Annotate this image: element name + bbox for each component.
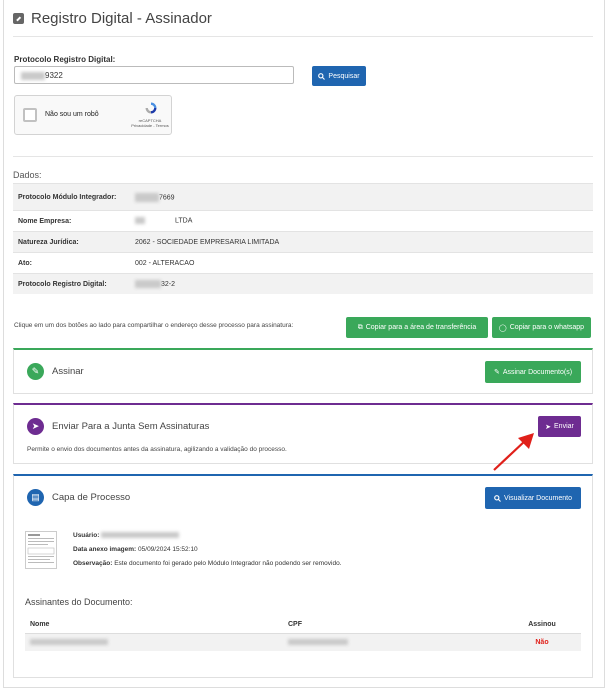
assinar-title: Assinar — [52, 366, 84, 377]
share-instructions: Clique em um dos botões ao lado para com… — [14, 322, 294, 329]
capa-observacao: Observação: Este documento foi gerado pe… — [73, 560, 342, 567]
copy-whatsapp-label: Copiar para o whatsapp — [509, 324, 585, 331]
row-key: Nome Empresa: — [13, 210, 130, 232]
table-row: Natureza Jurídica: 2062 - SOCIEDADE EMPR… — [13, 231, 593, 253]
redacted-value — [21, 71, 45, 80]
row-key: Protocolo Módulo Integrador: — [13, 183, 130, 211]
copy-clipboard-label: Copiar para a área de transferência — [365, 324, 477, 331]
document-thumbnail[interactable] — [25, 531, 57, 569]
signer-name — [25, 633, 283, 651]
divider — [13, 36, 593, 37]
table-row: Ato: 002 - ALTERACAO — [13, 252, 593, 274]
table-row: Não — [25, 633, 581, 651]
column-header: Nome — [25, 616, 283, 634]
assinar-panel: ✎ Assinar ✎ Assinar Documento(s) — [13, 348, 593, 394]
row-value-text: 32-2 — [161, 280, 176, 288]
table-row: Protocolo Registro Digital: 32-2 — [13, 273, 593, 294]
redacted-value — [135, 280, 161, 288]
usuario-label: Usuário: — [73, 532, 100, 539]
recaptcha-widget: Não sou um robô reCAPTCHA Privacidade - … — [14, 95, 172, 135]
edit-icon — [13, 13, 24, 24]
column-header: Assinou — [503, 616, 581, 634]
table-row: Nome Empresa: LTDA — [13, 210, 593, 232]
send-icon: ➤ — [545, 423, 552, 431]
search-icon — [318, 72, 326, 80]
signer-cpf — [283, 633, 503, 651]
redacted-value — [135, 217, 145, 225]
capa-title: Capa de Processo — [52, 492, 131, 503]
data-label: Data anexo imagem: — [73, 546, 137, 553]
protocol-label: Protocolo Registro Digital: — [14, 55, 116, 64]
document-icon: ▤ — [27, 489, 44, 506]
redacted-value — [30, 639, 108, 646]
row-value-text: LTDA — [175, 217, 193, 225]
copy-clipboard-button[interactable]: ⧉ Copiar para a área de transferência — [346, 317, 488, 338]
page-title: Registro Digital - Assinador — [31, 10, 212, 27]
column-header: CPF — [283, 616, 503, 634]
signed-status: Não — [503, 633, 581, 651]
search-icon — [494, 494, 501, 502]
visualizar-button-label: Visualizar Documento — [504, 494, 572, 502]
obs-label: Observação: — [73, 560, 113, 567]
recaptcha-brand: reCAPTCHA Privacidade - Termos — [129, 118, 171, 128]
row-value-text: 7669 — [159, 193, 175, 201]
assinantes-table: Nome CPF Assinou Não — [25, 616, 581, 651]
recaptcha-checkbox[interactable] — [23, 108, 37, 122]
edit-icon: ✎ — [27, 363, 44, 380]
assinantes-title: Assinantes do Documento: — [25, 597, 133, 607]
page-header: Registro Digital - Assinador — [13, 10, 212, 27]
recaptcha-label: Não sou um robô — [45, 111, 99, 118]
table-header-row: Nome CPF Assinou — [25, 616, 581, 634]
enviar-title: Enviar Para a Junta Sem Assinaturas — [52, 421, 210, 432]
row-key: Natureza Jurídica: — [13, 231, 130, 253]
whatsapp-icon: ◯ — [498, 324, 507, 332]
redacted-value — [101, 532, 180, 539]
copy-whatsapp-button[interactable]: ◯ Copiar para o whatsapp — [492, 317, 591, 338]
row-value: 7669 — [130, 183, 593, 211]
dados-title: Dados: — [13, 170, 42, 180]
row-value: 32-2 — [130, 273, 593, 294]
capa-usuario: Usuário: — [73, 532, 180, 539]
table-row: Protocolo Módulo Integrador: 7669 — [13, 183, 593, 211]
obs-value: Este documento foi gerado pelo Módulo In… — [114, 560, 342, 567]
protocol-input-value: 9322 — [45, 71, 63, 80]
row-value: 2062 - SOCIEDADE EMPRESARIA LIMITADA — [130, 231, 593, 253]
data-value: 05/09/2024 15:52:10 — [138, 546, 198, 553]
copy-icon: ⧉ — [357, 323, 363, 331]
protocol-input[interactable]: 9322 — [14, 66, 294, 84]
assinar-button-label: Assinar Documento(s) — [502, 368, 573, 376]
capa-data: Data anexo imagem: 05/09/2024 15:52:10 — [73, 546, 198, 553]
row-value: 002 - ALTERACAO — [130, 252, 593, 274]
enviar-button[interactable]: ➤ Enviar — [538, 416, 581, 437]
divider — [13, 156, 593, 157]
assinar-documentos-button[interactable]: ✎ Assinar Documento(s) — [485, 361, 581, 383]
visualizar-documento-button[interactable]: Visualizar Documento — [485, 487, 581, 509]
send-icon: ➤ — [27, 418, 44, 435]
search-button-label: Pesquisar — [328, 72, 360, 80]
enviar-button-label: Enviar — [554, 423, 574, 430]
redacted-value — [135, 192, 159, 202]
row-key: Ato: — [13, 252, 130, 274]
enviar-description: Permite o envio dos documentos antes da … — [27, 446, 287, 453]
search-button[interactable]: Pesquisar — [312, 66, 366, 86]
recaptcha-logo-icon — [145, 102, 157, 114]
recaptcha-links[interactable]: Privacidade - Termos — [129, 123, 171, 128]
edit-icon: ✎ — [493, 369, 500, 376]
annotation-arrow-icon — [493, 433, 534, 471]
row-value: LTDA — [130, 210, 593, 232]
dados-table: Protocolo Módulo Integrador: 7669 Nome E… — [13, 183, 593, 294]
row-key: Protocolo Registro Digital: — [13, 273, 130, 294]
redacted-value — [288, 639, 348, 646]
